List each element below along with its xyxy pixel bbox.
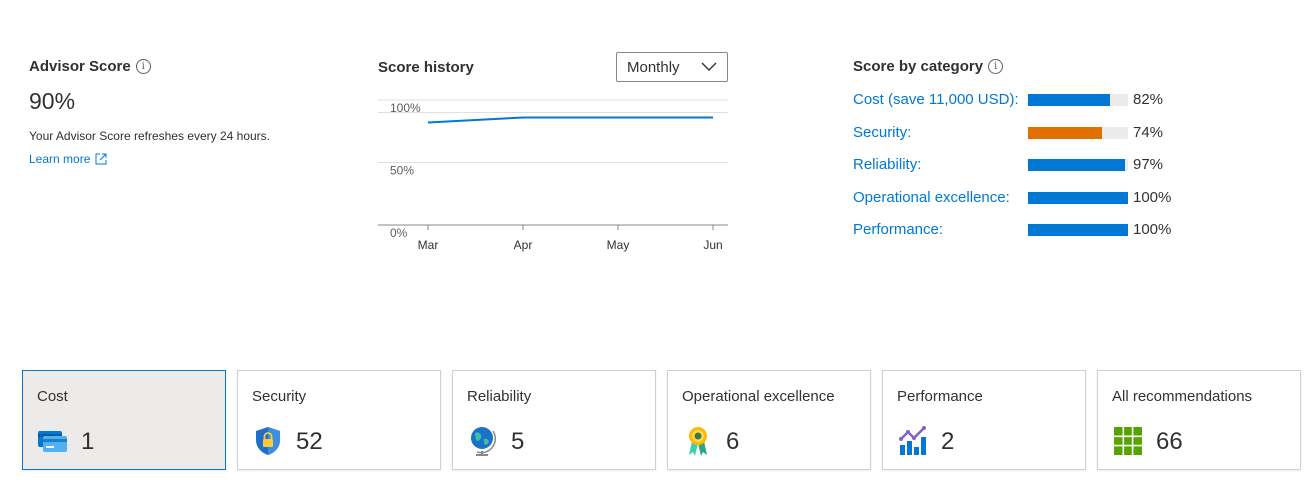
- category-score-fill: [1028, 94, 1110, 106]
- y-tick-label: 100%: [390, 101, 421, 115]
- external-link-icon: [95, 153, 107, 165]
- tile-label: Reliability: [467, 388, 532, 405]
- category-score-percent: 97%: [1133, 156, 1164, 173]
- chevron-down-icon: [701, 62, 717, 71]
- category-row: Operational excellence: 100%: [853, 189, 1273, 209]
- category-score-percent: 100%: [1133, 221, 1172, 238]
- category-score-percent: 74%: [1133, 123, 1164, 141]
- category-row: Security: 74%: [853, 124, 1273, 144]
- y-tick-label: 50%: [390, 164, 414, 178]
- tile-cost[interactable]: Cost 1: [22, 370, 226, 470]
- globe-icon: [467, 425, 499, 457]
- category-score-bar: [1028, 94, 1128, 106]
- tile-performance[interactable]: Performance 2: [882, 370, 1086, 470]
- score-history-title: Score history: [378, 59, 474, 76]
- advisor-score-title: Advisor Score: [29, 58, 131, 75]
- bar-chart-trend-icon: [897, 425, 929, 457]
- advisor-score-panel: Advisor Score i 90% Your Advisor Score r…: [29, 58, 329, 166]
- category-row: Reliability: 97%: [853, 156, 1273, 176]
- x-tick-label: Jun: [703, 238, 722, 252]
- x-tick-label: May: [607, 238, 630, 252]
- info-icon[interactable]: i: [988, 59, 1004, 74]
- period-dropdown[interactable]: Monthly: [616, 52, 728, 82]
- tile-count: 5: [511, 428, 525, 455]
- category-score-percent: 100%: [1133, 188, 1172, 206]
- score-series-line: [427, 116, 713, 124]
- tile-count: 52: [296, 428, 323, 455]
- period-dropdown-value: Monthly: [627, 58, 680, 76]
- info-icon[interactable]: i: [135, 59, 151, 74]
- category-score-bar: [1028, 126, 1128, 139]
- score-history-chart: 0% 50% 100% Mar Apr May Jun: [378, 99, 728, 252]
- tile-label: Operational excellence: [682, 388, 835, 405]
- category-link[interactable]: Performance:: [853, 221, 943, 238]
- category-score-percent: 82%: [1133, 91, 1164, 108]
- grid-icon: [1112, 425, 1144, 457]
- category-score-bar: [1028, 224, 1128, 236]
- tile-count: 2: [941, 428, 955, 455]
- category-link[interactable]: Operational excellence:: [853, 189, 1010, 206]
- tile-count: 66: [1156, 428, 1183, 455]
- category-score-fill: [1028, 126, 1102, 139]
- category-score-fill: [1028, 191, 1128, 204]
- tile-all-recommendations[interactable]: All recommendations 66: [1097, 370, 1301, 470]
- category-link[interactable]: Security:: [853, 124, 911, 141]
- tile-label: Security: [252, 388, 307, 405]
- x-tick-label: Mar: [418, 238, 439, 252]
- category-row: Performance: 100%: [853, 221, 1273, 241]
- tile-label: Performance: [897, 388, 983, 405]
- tile-reliability[interactable]: Reliability 5: [452, 370, 656, 470]
- score-by-category-header: Score by category i: [853, 58, 1273, 75]
- tile-security[interactable]: Security 52: [237, 370, 441, 470]
- category-score-fill: [1028, 224, 1128, 236]
- category-link[interactable]: Reliability:: [853, 156, 921, 173]
- tile-count: 1: [81, 428, 95, 455]
- category-link[interactable]: Cost (save 11,000 USD):: [853, 91, 1019, 108]
- category-score-bar: [1028, 159, 1128, 171]
- learn-more-link[interactable]: Learn more: [29, 152, 329, 166]
- x-tick-label: Apr: [514, 238, 533, 252]
- score-by-category-panel: Score by category i Cost (save 11,000 US…: [853, 58, 1273, 238]
- score-by-category-title: Score by category: [853, 58, 984, 75]
- category-score-bar: [1028, 191, 1128, 204]
- score-refresh-note: Your Advisor Score refreshes every 24 ho…: [29, 129, 271, 143]
- award-ribbon-icon: [682, 425, 714, 457]
- score-history-panel: Score history Monthly 0% 50% 100% Mar Apr May…: [378, 52, 728, 262]
- category-row: Cost (save 11,000 USD): 82%: [853, 91, 1273, 111]
- tile-operational-excellence[interactable]: Operational excellence 6: [667, 370, 871, 470]
- tile-count: 6: [726, 428, 740, 455]
- advisor-score-value: 90%: [29, 88, 76, 114]
- learn-more-label: Learn more: [29, 152, 91, 166]
- advisor-score-header: Advisor Score i: [29, 58, 329, 75]
- shield-lock-icon: [252, 425, 284, 457]
- y-tick-label: 0%: [390, 226, 408, 240]
- credit-card-icon: [37, 425, 69, 457]
- tile-label: Cost: [37, 388, 68, 405]
- category-score-fill: [1028, 159, 1125, 171]
- tile-label: All recommendations: [1112, 388, 1253, 405]
